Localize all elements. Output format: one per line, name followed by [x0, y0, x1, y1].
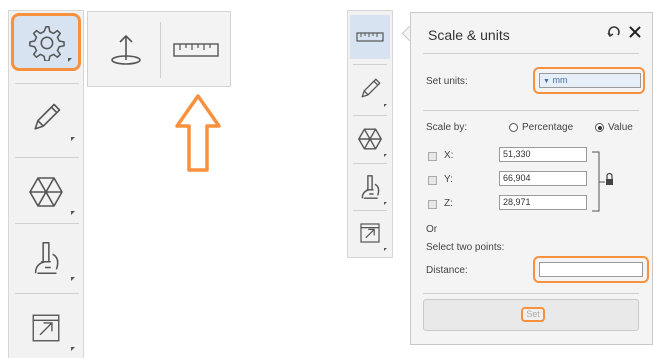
axis-y-input[interactable]: 66,904	[499, 171, 587, 186]
analysis-button[interactable]	[11, 229, 81, 287]
axis-checkbox[interactable]	[428, 176, 437, 185]
export-icon	[360, 223, 380, 243]
export-icon	[32, 314, 60, 342]
submenu-corner-icon	[68, 58, 72, 62]
up-arrow-annotation	[175, 94, 221, 172]
set-button[interactable]: Set	[423, 299, 639, 331]
divider	[423, 110, 639, 111]
microscope-icon	[34, 242, 59, 274]
export-button[interactable]	[350, 211, 390, 255]
set-button-label: Set	[521, 307, 545, 322]
gear-icon	[29, 26, 65, 61]
divider	[15, 157, 79, 158]
close-icon[interactable]	[629, 25, 641, 39]
value-radio[interactable]	[595, 123, 604, 132]
ruler-icon	[173, 43, 219, 57]
settings-button[interactable]	[11, 13, 81, 71]
left-toolbar	[8, 10, 84, 358]
divider	[353, 163, 387, 164]
axis-z-label: Z:	[444, 198, 453, 209]
submenu-corner-icon	[71, 137, 75, 141]
panel-title: Scale & units	[428, 27, 510, 43]
divider	[15, 293, 79, 294]
scale-units-panel: Scale & units Set units: ▼ mm Scale by: …	[410, 12, 653, 345]
axis-checkbox[interactable]	[428, 152, 437, 161]
pencil-icon	[34, 103, 61, 130]
ruler-icon	[356, 32, 384, 42]
distance-highlight	[533, 256, 649, 283]
or-label: Or	[426, 224, 438, 235]
axis-checkbox[interactable]	[428, 200, 437, 209]
hexagon-mesh-icon	[29, 177, 63, 207]
submenu-corner-icon	[71, 347, 75, 351]
right-toolbar	[347, 10, 393, 258]
axis-y-label: Y:	[444, 174, 453, 185]
percentage-label: Percentage	[522, 122, 574, 133]
scale-units-button[interactable]	[168, 22, 224, 78]
divider	[353, 115, 387, 116]
units-highlight	[533, 67, 645, 94]
divider	[353, 64, 387, 65]
mesh-button[interactable]	[350, 117, 390, 161]
settings-popout	[87, 11, 231, 87]
divider	[160, 22, 161, 78]
axis-x-label: X:	[444, 150, 454, 161]
axis-x-input[interactable]: 51,330	[499, 147, 587, 162]
lock-icon	[606, 179, 613, 185]
select-two-points-label: Select two points:	[426, 242, 505, 253]
mesh-button[interactable]	[11, 163, 81, 221]
draw-button[interactable]	[350, 67, 390, 111]
reset-icon[interactable]	[607, 25, 621, 39]
scale-by-label: Scale by:	[426, 122, 468, 133]
export-button[interactable]	[11, 299, 81, 357]
submenu-corner-icon	[384, 154, 387, 157]
align-plane-button[interactable]	[98, 22, 154, 78]
pencil-icon	[361, 78, 381, 98]
percentage-radio[interactable]	[509, 123, 518, 132]
proportional-lock[interactable]	[591, 151, 617, 213]
scale-units-button[interactable]	[350, 15, 390, 59]
submenu-corner-icon	[71, 277, 75, 281]
value-label: Value	[608, 122, 633, 133]
distance-label: Distance:	[426, 265, 468, 276]
submenu-corner-icon	[384, 248, 387, 251]
divider	[423, 53, 639, 54]
submenu-corner-icon	[384, 202, 387, 205]
set-units-label: Set units:	[426, 76, 468, 87]
hexagon-mesh-icon	[358, 128, 382, 150]
analysis-button[interactable]	[350, 165, 390, 209]
microscope-icon	[361, 175, 380, 199]
divider	[423, 293, 639, 294]
divider	[15, 223, 79, 224]
draw-button[interactable]	[11, 89, 81, 147]
divider	[15, 83, 79, 84]
submenu-corner-icon	[71, 211, 75, 215]
axis-z-input[interactable]: 28,971	[499, 195, 587, 210]
submenu-corner-icon	[384, 104, 387, 107]
pin-plane-icon	[111, 35, 141, 65]
